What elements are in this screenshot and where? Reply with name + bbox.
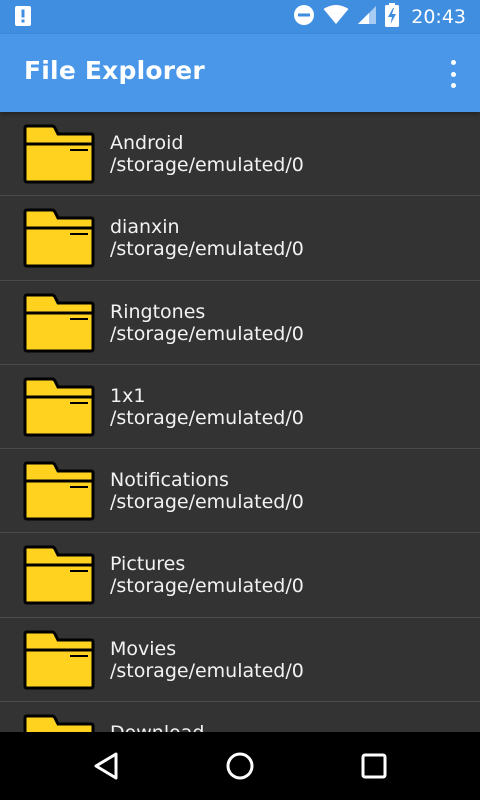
file-path: /storage/emulated/0: [110, 238, 304, 261]
folder-icon: [22, 124, 96, 184]
folder-icon: [22, 714, 96, 732]
file-path: /storage/emulated/0: [110, 406, 304, 429]
item-text: Ringtones /storage/emulated/0: [110, 301, 304, 345]
app-title: File Explorer: [24, 56, 205, 85]
status-time: 20:43: [411, 6, 466, 28]
file-name: Movies: [110, 637, 177, 660]
nav-bar: [0, 732, 480, 800]
back-icon[interactable]: [90, 750, 124, 782]
file-path: /storage/emulated/0: [110, 322, 304, 345]
screen: 20:43 File Explorer Android /storage/emu…: [0, 0, 480, 800]
item-text: Android /storage/emulated/0: [110, 132, 304, 176]
item-text: Notifications /storage/emulated/0: [110, 469, 304, 513]
list-item[interactable]: Notifications /storage/emulated/0: [0, 449, 480, 534]
file-name: Ringtones: [110, 300, 206, 323]
recents-icon[interactable]: [357, 750, 391, 782]
file-path: /storage/emulated/0: [110, 575, 304, 598]
file-path: /storage/emulated/0: [110, 154, 304, 176]
item-text: dianxin /storage/emulated/0: [110, 216, 304, 260]
list-item[interactable]: dianxin /storage/emulated/0: [0, 196, 480, 281]
status-icons: 20:43: [293, 0, 466, 34]
list-item[interactable]: Ringtones /storage/emulated/0: [0, 281, 480, 365]
wifi-icon: [323, 5, 349, 29]
status-bar: 20:43: [0, 0, 480, 34]
file-name: 1x1: [110, 384, 146, 407]
home-icon[interactable]: [223, 750, 257, 782]
more-vert-icon[interactable]: [446, 60, 460, 88]
cell-signal-icon: [357, 5, 377, 29]
list-item[interactable]: Pictures /storage/emulated/0: [0, 533, 480, 618]
list-item[interactable]: Download: [0, 702, 480, 732]
item-text: 1x1 /storage/emulated/0: [110, 385, 304, 429]
folder-icon: [22, 208, 96, 268]
do-not-disturb-icon: [293, 4, 315, 30]
item-text: Movies /storage/emulated/0: [110, 638, 304, 682]
item-text: Download: [110, 722, 204, 732]
folder-icon: [22, 461, 96, 521]
file-path: /storage/emulated/0: [110, 491, 304, 514]
folder-icon: [22, 377, 96, 437]
list-item[interactable]: Android /storage/emulated/0: [0, 112, 480, 197]
folder-icon: [22, 293, 96, 353]
file-name: Download: [110, 722, 204, 732]
file-path: /storage/emulated/0: [110, 659, 304, 682]
file-name: dianxin: [110, 216, 180, 239]
file-name: Android: [110, 132, 184, 154]
list-item[interactable]: Movies /storage/emulated/0: [0, 618, 480, 703]
file-name: Pictures: [110, 553, 186, 576]
list-item[interactable]: 1x1 /storage/emulated/0: [0, 365, 480, 450]
battery-charging-icon: [385, 3, 400, 31]
notification-alert-icon: [14, 5, 32, 31]
file-list: Android /storage/emulated/0 dianxin /sto…: [0, 112, 480, 732]
folder-icon: [22, 545, 96, 605]
folder-icon: [22, 630, 96, 690]
item-text: Pictures /storage/emulated/0: [110, 553, 304, 597]
app-bar: File Explorer: [0, 34, 480, 112]
file-name: Notifications: [110, 469, 229, 492]
